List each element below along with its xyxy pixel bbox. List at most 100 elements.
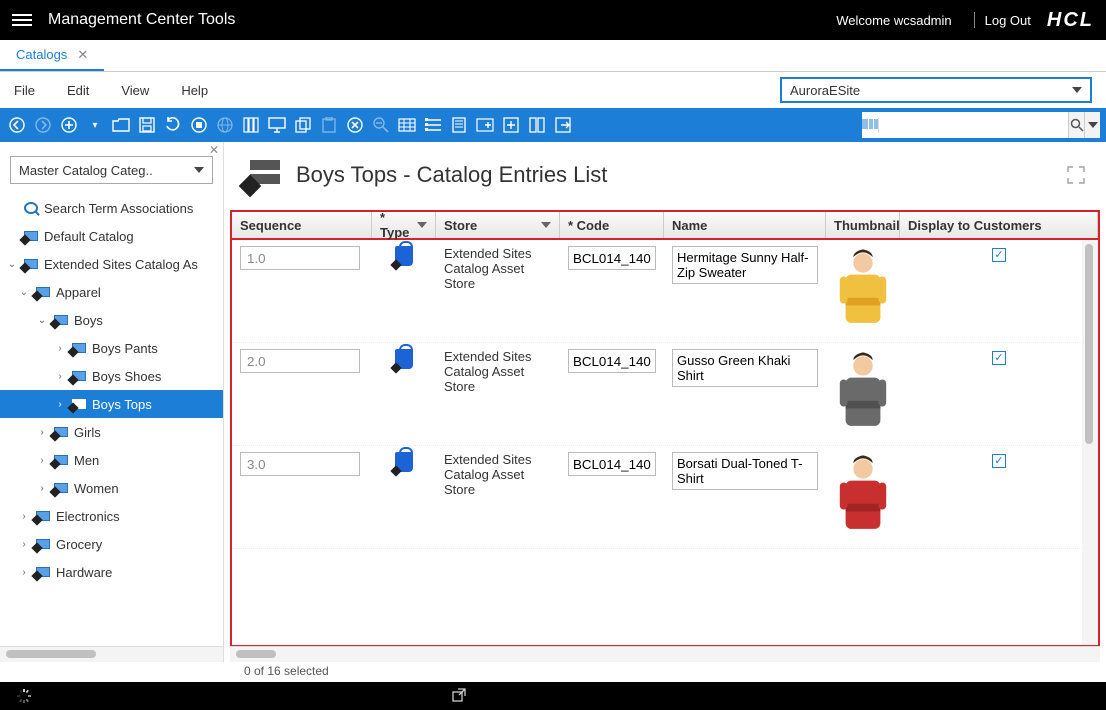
col-store[interactable]: Store — [436, 212, 560, 238]
barcode-icon[interactable] — [862, 118, 879, 133]
code-input[interactable] — [568, 246, 656, 270]
tree-label: Girls — [74, 425, 101, 440]
vertical-scrollbar[interactable] — [1082, 240, 1098, 645]
expand-icon[interactable]: › — [18, 539, 30, 550]
collapse-icon[interactable]: ⌄ — [18, 287, 30, 298]
code-input[interactable] — [568, 349, 656, 373]
table-icon[interactable] — [396, 114, 418, 136]
sequence-input[interactable] — [240, 452, 360, 476]
chevron-down-icon[interactable]: ▾ — [84, 114, 106, 136]
globe-icon[interactable] — [214, 114, 236, 136]
tree-electronics[interactable]: ›Electronics — [0, 502, 223, 530]
expand-icon[interactable]: › — [36, 483, 48, 494]
collapse-icon[interactable]: ⌄ — [36, 315, 48, 326]
search-input[interactable] — [879, 118, 1068, 133]
col-thumbnail[interactable]: Thumbnail — [826, 212, 900, 238]
expand-icon[interactable]: › — [18, 511, 30, 522]
tree-women[interactable]: › Women — [0, 474, 223, 502]
list-icon[interactable] — [422, 114, 444, 136]
expand-icon[interactable]: › — [36, 455, 48, 466]
refresh-icon[interactable] — [162, 114, 184, 136]
stop-icon[interactable] — [188, 114, 210, 136]
columns-icon[interactable] — [240, 114, 262, 136]
monitor-icon[interactable] — [266, 114, 288, 136]
details-icon[interactable] — [448, 114, 470, 136]
menu-help[interactable]: Help — [181, 83, 208, 98]
store-selector[interactable]: AuroraESite — [780, 77, 1092, 103]
open-icon[interactable] — [110, 114, 132, 136]
table-row[interactable]: Extended Sites Catalog Asset Store Hermi… — [232, 240, 1098, 343]
main-horizontal-scrollbar[interactable] — [230, 646, 1100, 662]
display-checkbox[interactable]: ✓ — [992, 351, 1006, 365]
expand-icon[interactable]: › — [54, 343, 66, 354]
expand-icon[interactable]: › — [54, 399, 66, 410]
store-cell: Extended Sites Catalog Asset Store — [436, 349, 560, 394]
expand-icon[interactable]: › — [36, 427, 48, 438]
popout-icon[interactable] — [452, 688, 466, 705]
delete-icon[interactable] — [344, 114, 366, 136]
menu-toggle-icon[interactable] — [12, 11, 32, 29]
insert-icon[interactable] — [474, 114, 496, 136]
name-input[interactable]: Borsati Dual-Toned T-Shirt — [672, 452, 818, 490]
table-row[interactable]: Extended Sites Catalog Asset Store Gusso… — [232, 343, 1098, 446]
tab-catalogs[interactable]: Catalogs ✕ — [0, 40, 104, 71]
split-icon[interactable] — [526, 114, 548, 136]
forward-icon[interactable] — [32, 114, 54, 136]
maximize-icon[interactable] — [1066, 165, 1086, 185]
search-button[interactable] — [1068, 112, 1084, 138]
close-icon[interactable]: ✕ — [77, 47, 88, 63]
tree-boys-tops[interactable]: ›Boys Tops — [0, 390, 223, 418]
back-icon[interactable] — [6, 114, 28, 136]
sidebar-close-icon[interactable]: ✕ — [209, 143, 219, 157]
tree-label: Boys Shoes — [92, 369, 161, 384]
tree-boys[interactable]: ⌄Boys — [0, 306, 223, 334]
copy-icon[interactable] — [292, 114, 314, 136]
tree-extended-sites[interactable]: ⌄Extended Sites Catalog As — [0, 250, 223, 278]
col-sequence[interactable]: Sequence — [232, 212, 372, 238]
logout-link[interactable]: Log Out — [985, 13, 1031, 28]
store-value: AuroraESite — [790, 83, 860, 98]
menu-edit[interactable]: Edit — [67, 83, 89, 98]
display-checkbox[interactable]: ✓ — [992, 248, 1006, 262]
sidebar-scope-dropdown[interactable]: Master Catalog Categ.. — [10, 156, 213, 184]
name-input[interactable]: Hermitage Sunny Half-Zip Sweater — [672, 246, 818, 284]
tree-label: Women — [74, 481, 119, 496]
category-icon — [52, 453, 70, 467]
expand-icon[interactable]: › — [54, 371, 66, 382]
name-input[interactable]: Gusso Green Khaki Shirt — [672, 349, 818, 387]
search-dropdown-button[interactable] — [1084, 112, 1100, 138]
expand-icon[interactable]: › — [18, 567, 30, 578]
tree-boys-shoes[interactable]: › Boys Shoes — [0, 362, 223, 390]
toolbar-icons: ▾ — [6, 114, 574, 136]
new-icon[interactable] — [58, 114, 80, 136]
table-row[interactable]: Extended Sites Catalog Asset Store Borsa… — [232, 446, 1098, 549]
sequence-input[interactable] — [240, 349, 360, 373]
tree-hardware[interactable]: ›Hardware — [0, 558, 223, 586]
save-icon[interactable] — [136, 114, 158, 136]
col-code[interactable]: * Code — [560, 212, 664, 238]
tree-apparel[interactable]: ⌄Apparel — [0, 278, 223, 306]
tree-search-associations[interactable]: Search Term Associations — [0, 194, 223, 222]
tree-default-catalog[interactable]: Default Catalog — [0, 222, 223, 250]
col-name[interactable]: Name — [664, 212, 826, 238]
tree-boys-pants[interactable]: ›Boys Pants — [0, 334, 223, 362]
sidebar-horizontal-scrollbar[interactable] — [0, 646, 223, 662]
code-input[interactable] — [568, 452, 656, 476]
export-icon[interactable] — [552, 114, 574, 136]
tree-grocery[interactable]: ›Grocery — [0, 530, 223, 558]
tree-men[interactable]: ›Men — [0, 446, 223, 474]
col-type[interactable]: * Type — [372, 212, 436, 238]
display-checkbox[interactable]: ✓ — [992, 454, 1006, 468]
col-display[interactable]: Display to Customers — [900, 212, 1098, 238]
paste-icon[interactable] — [318, 114, 340, 136]
menu-view[interactable]: View — [121, 83, 149, 98]
collapse-icon[interactable]: ⌄ — [6, 259, 18, 270]
zoom-out-icon[interactable] — [370, 114, 392, 136]
fit-icon[interactable] — [500, 114, 522, 136]
welcome-text: Welcome wcsadmin — [836, 13, 951, 28]
tab-label: Catalogs — [16, 47, 67, 62]
sequence-input[interactable] — [240, 246, 360, 270]
tree-girls[interactable]: › Girls — [0, 418, 223, 446]
menu-file[interactable]: File — [14, 83, 35, 98]
loading-spinner-icon — [16, 688, 32, 704]
